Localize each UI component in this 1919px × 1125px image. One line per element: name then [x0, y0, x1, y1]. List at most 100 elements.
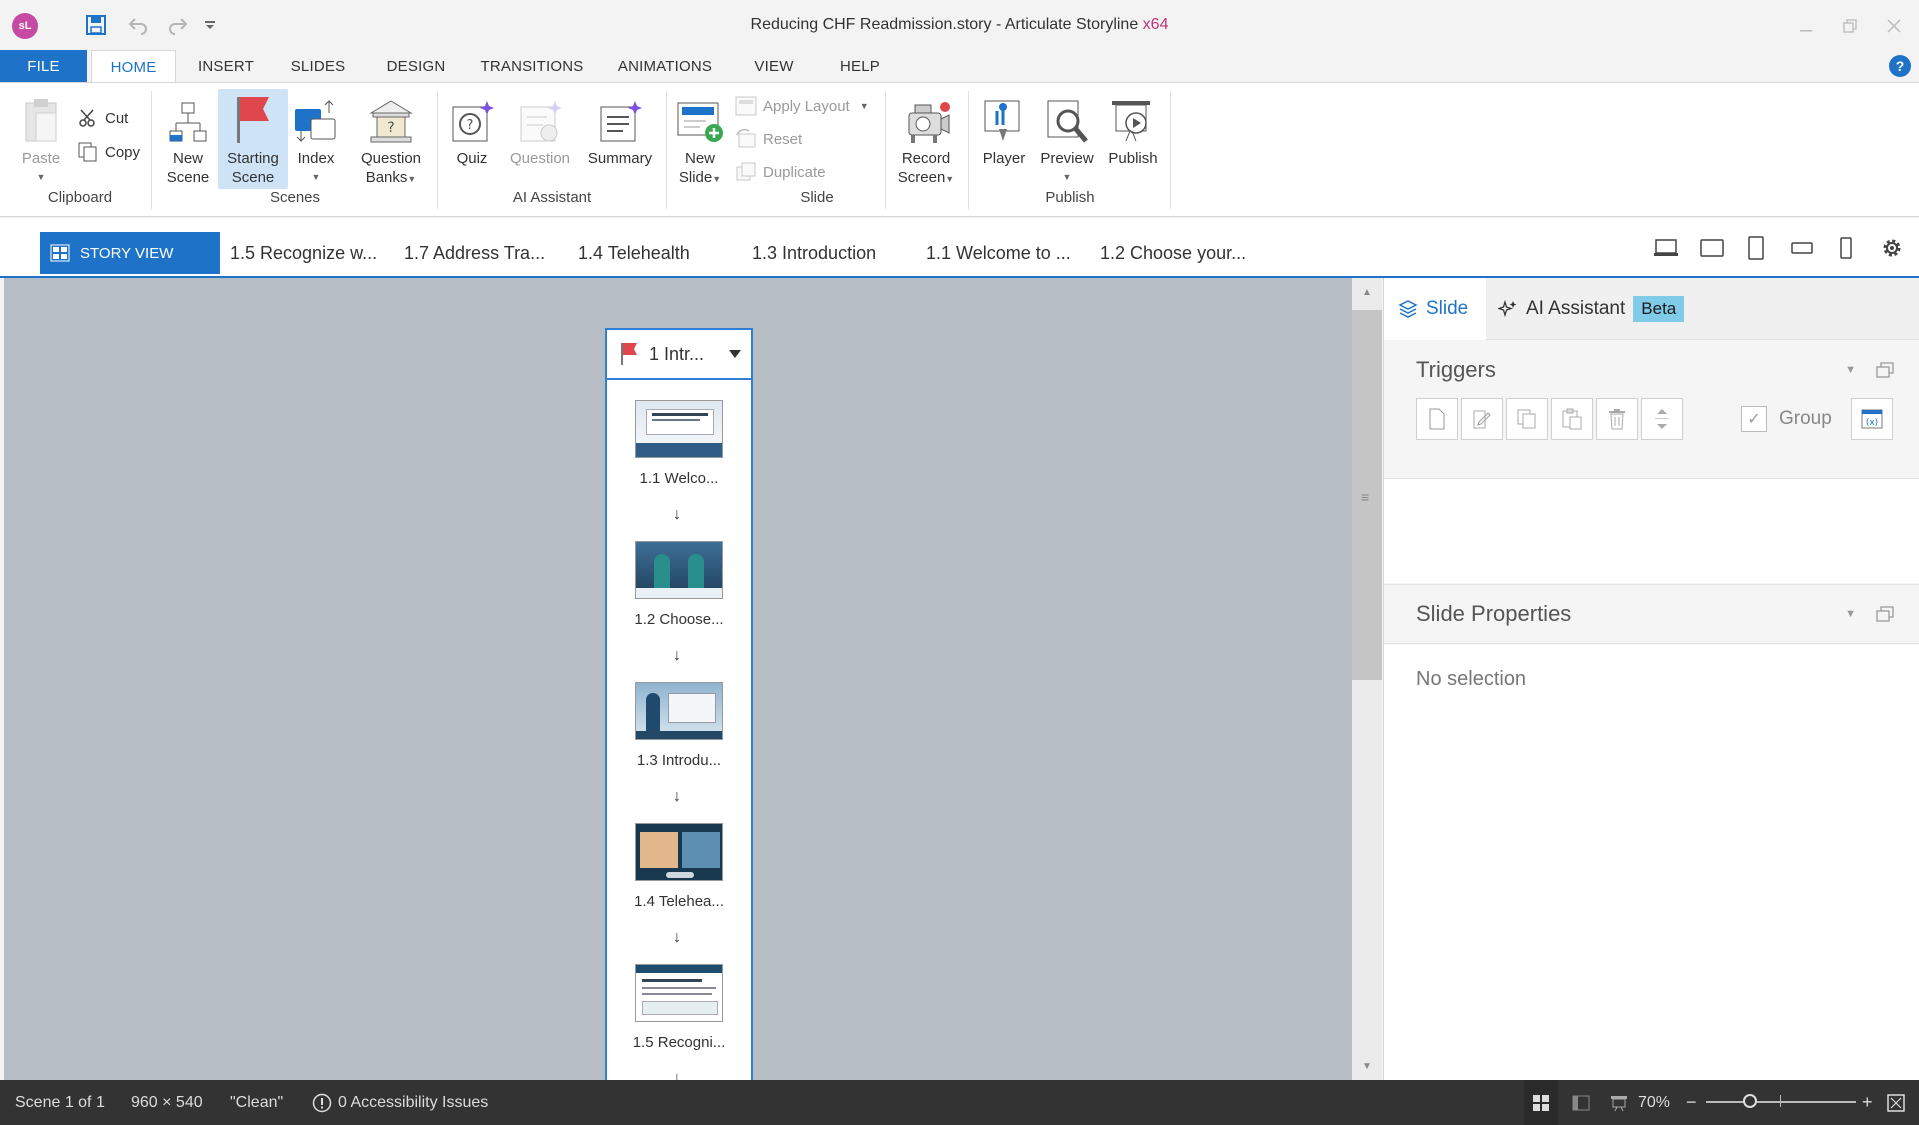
reset-button[interactable]: Reset: [734, 126, 802, 152]
apply-layout-button[interactable]: Apply Layout ▼: [734, 93, 869, 119]
fit-to-window-icon[interactable]: [1886, 1080, 1906, 1125]
paste-label: Paste: [21, 150, 61, 167]
delete-trigger-icon[interactable]: [1596, 398, 1638, 440]
title-bar: sL Reducing CHF Readmission.story - Arti…: [0, 0, 1919, 50]
canvas-scrollbar[interactable]: ▲ ≡ ▼: [1352, 278, 1382, 1080]
paste-button[interactable]: Paste ▼: [16, 93, 66, 187]
tab-slides[interactable]: SLIDES: [282, 50, 354, 82]
gear-icon[interactable]: [1876, 234, 1908, 262]
quiz-button[interactable]: ? Quiz: [444, 93, 500, 168]
record-screen-button[interactable]: Record Screen▼: [890, 93, 962, 189]
scroll-down-icon[interactable]: ▼: [1352, 1052, 1382, 1080]
zoom-slider[interactable]: [1706, 1101, 1856, 1103]
chevron-down-icon[interactable]: ▼: [1845, 364, 1856, 376]
accessibility-status[interactable]: 0 Accessibility Issues: [312, 1080, 488, 1125]
checkmark-icon: ✓: [1741, 406, 1767, 432]
restore-icon[interactable]: [1832, 12, 1868, 40]
tab-slide-panel[interactable]: Slide: [1384, 278, 1486, 340]
desktop-view-icon[interactable]: [1650, 234, 1682, 262]
index-button[interactable]: Index ▼: [290, 93, 342, 187]
group-checkbox[interactable]: ✓ Group: [1741, 406, 1832, 432]
triggers-header[interactable]: Triggers ▼: [1384, 340, 1919, 400]
copy-trigger-icon[interactable]: [1506, 398, 1548, 440]
tab-slide-1-1[interactable]: 1.1 Welcome to ...: [926, 232, 1071, 274]
slide-properties-header[interactable]: Slide Properties ▼: [1384, 584, 1919, 644]
duplicate-button[interactable]: Duplicate: [734, 159, 826, 185]
group-label-publish: Publish: [1045, 189, 1095, 206]
ai-question-icon: [517, 93, 563, 145]
ribbon-divider: [151, 91, 152, 209]
close-icon[interactable]: [1876, 12, 1912, 40]
paste-trigger-icon[interactable]: [1551, 398, 1593, 440]
new-trigger-icon[interactable]: [1416, 398, 1458, 440]
tablet-landscape-icon[interactable]: [1696, 234, 1728, 262]
tab-insert[interactable]: INSERT: [188, 50, 264, 82]
chevron-down-icon[interactable]: [729, 350, 741, 358]
zoom-slider-handle[interactable]: [1743, 1094, 1757, 1108]
zoom-out-icon[interactable]: −: [1686, 1080, 1697, 1125]
tab-slide-1-3[interactable]: 1.3 Introduction: [752, 232, 876, 274]
tab-slide-1-2[interactable]: 1.2 Choose your...: [1100, 232, 1246, 274]
slide-preview-image: [635, 823, 723, 881]
tab-home[interactable]: HOME: [91, 50, 176, 83]
slide-thumbnail-1-3[interactable]: 1.3 Introdu...: [607, 682, 751, 769]
story-canvas[interactable]: 1 Intr... 1.1 Welco... ↓ 1.2 Choose... ↓: [4, 278, 1352, 1080]
help-icon[interactable]: ?: [1889, 55, 1911, 77]
zoom-in-icon[interactable]: +: [1862, 1080, 1873, 1125]
starting-scene-button[interactable]: Starting Scene: [218, 89, 288, 189]
minimize-icon[interactable]: [1788, 12, 1824, 40]
scene-card[interactable]: 1 Intr... 1.1 Welco... ↓ 1.2 Choose... ↓: [605, 328, 753, 1080]
tab-view[interactable]: VIEW: [748, 50, 800, 82]
publish-label: Publish: [1108, 150, 1158, 167]
slide-label: 1.5 Recogni...: [632, 1034, 726, 1051]
tab-story-view[interactable]: STORY VIEW: [40, 232, 220, 274]
tab-slide-1-5[interactable]: 1.5 Recognize w...: [230, 232, 377, 274]
tablet-portrait-icon[interactable]: [1740, 234, 1772, 262]
publish-button[interactable]: Publish: [1102, 93, 1164, 168]
scene-header[interactable]: 1 Intr...: [607, 330, 751, 380]
slide-thumbnail-1-4[interactable]: 1.4 Telehea...: [607, 823, 751, 910]
tab-animations[interactable]: ANIMATIONS: [610, 50, 720, 82]
tab-help[interactable]: HELP: [834, 50, 886, 82]
preview-mode-icon[interactable]: [1604, 1080, 1634, 1125]
question-button[interactable]: Question: [502, 93, 578, 168]
phone-landscape-icon[interactable]: [1786, 234, 1818, 262]
preview-button[interactable]: Preview ▼: [1034, 93, 1100, 187]
tab-slide-1-4[interactable]: 1.4 Telehealth: [578, 232, 690, 274]
undock-icon[interactable]: [1876, 362, 1894, 378]
new-scene-label-2: Scene: [166, 169, 210, 186]
cut-label: Cut: [105, 109, 129, 127]
summary-button[interactable]: Summary: [580, 93, 660, 168]
undock-icon[interactable]: [1876, 606, 1894, 622]
cut-button[interactable]: Cut: [76, 105, 128, 131]
tab-transitions[interactable]: TRANSITIONS: [474, 50, 590, 82]
chevron-down-icon[interactable]: ▼: [1845, 608, 1856, 620]
tab-ai-assistant[interactable]: AI Assistant Beta: [1498, 278, 1685, 340]
new-slide-button[interactable]: New Slide▼: [672, 93, 728, 189]
flow-arrow-icon: ↓: [673, 929, 681, 946]
tab-design[interactable]: DESIGN: [380, 50, 452, 82]
section-controls: ▼: [1845, 362, 1894, 378]
copy-icon: [76, 141, 100, 163]
slide-thumbnail-1-2[interactable]: 1.2 Choose...: [607, 541, 751, 628]
slide-label: 1.3 Introdu...: [636, 752, 722, 769]
question-banks-button[interactable]: ? Question Banks▼: [352, 93, 430, 189]
triggers-list[interactable]: [1384, 479, 1919, 583]
normal-view-mode-icon[interactable]: [1566, 1080, 1596, 1125]
slide-thumbnail-1-1[interactable]: 1.1 Welco...: [607, 400, 751, 487]
player-button[interactable]: Player: [976, 93, 1032, 168]
slide-thumbnail-1-5[interactable]: 1.5 Recogni...: [607, 964, 751, 1051]
story-view-mode-icon[interactable]: [1524, 1080, 1558, 1125]
copy-button[interactable]: Copy: [76, 139, 140, 165]
zoom-level[interactable]: 70%: [1638, 1080, 1670, 1125]
tab-slide-1-7[interactable]: 1.7 Address Tra...: [404, 232, 545, 274]
reorder-trigger-icon[interactable]: [1641, 398, 1683, 440]
phone-portrait-icon[interactable]: [1830, 234, 1862, 262]
new-scene-button[interactable]: New Scene: [160, 93, 216, 187]
scroll-up-icon[interactable]: ▲: [1352, 278, 1382, 306]
paste-icon: [22, 93, 60, 145]
variables-icon[interactable]: (x): [1851, 398, 1893, 440]
flag-icon: [619, 342, 639, 366]
edit-trigger-icon[interactable]: [1461, 398, 1503, 440]
tab-file[interactable]: FILE: [0, 50, 87, 82]
